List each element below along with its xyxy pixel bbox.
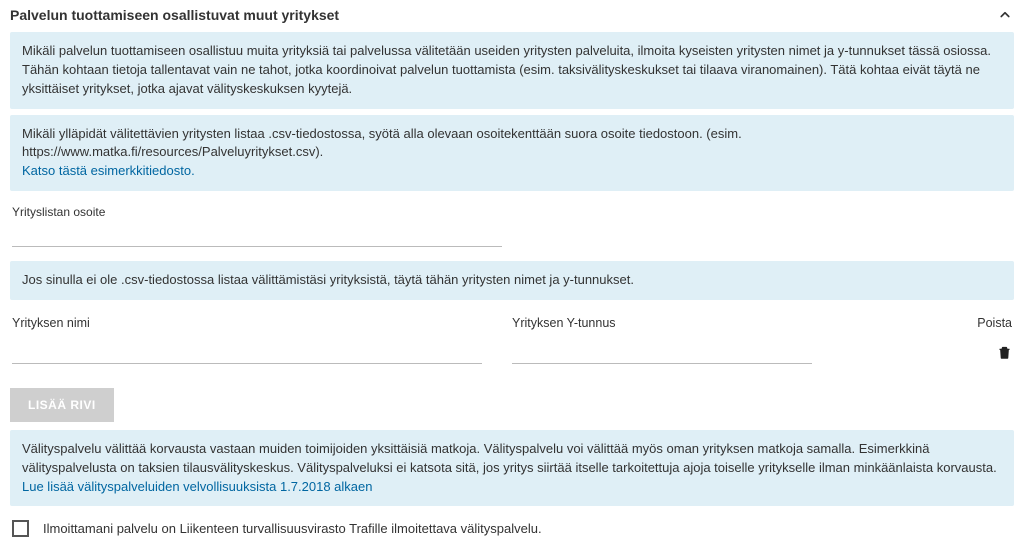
delete-row-button[interactable]	[952, 344, 1012, 364]
company-ytunnus-input[interactable]	[512, 338, 812, 364]
info-text: Mikäli palvelun tuottamiseen osallistuu …	[22, 43, 991, 96]
info-box-intro: Mikäli palvelun tuottamiseen osallistuu …	[10, 32, 1014, 109]
brokerage-checkbox-label: Ilmoittamani palvelu on Liikenteen turva…	[43, 521, 542, 536]
info-box-manual: Jos sinulla ei ole .csv-tiedostossa list…	[10, 261, 1014, 300]
section-title: Palvelun tuottamiseen osallistuvat muut …	[10, 7, 339, 23]
example-file-link[interactable]: Katso tästä esimerkkitiedosto.	[22, 163, 195, 178]
trash-icon	[997, 349, 1012, 364]
info-text: Mikäli ylläpidät välitettävien yritysten…	[22, 126, 742, 160]
brokerage-checkbox[interactable]	[12, 520, 29, 537]
table-row	[10, 334, 1014, 370]
info-text: Välityspalvelu välittää korvausta vastaa…	[22, 441, 997, 475]
read-more-link[interactable]: Lue lisää välityspalveluiden velvollisuu…	[22, 479, 373, 494]
company-name-input[interactable]	[12, 338, 482, 364]
info-box-brokerage: Välityspalvelu välittää korvausta vastaa…	[10, 430, 1014, 507]
add-row-button[interactable]: LISÄÄ RIVI	[10, 388, 114, 422]
url-field-label: Yrityslistan osoite	[12, 205, 1014, 219]
info-text: Jos sinulla ei ole .csv-tiedostossa list…	[22, 272, 634, 287]
col-header-delete: Poista	[952, 316, 1012, 330]
info-box-csv: Mikäli ylläpidät välitettävien yritysten…	[10, 115, 1014, 192]
col-header-name: Yrityksen nimi	[12, 316, 512, 330]
company-list-url-input[interactable]	[12, 221, 502, 247]
brokerage-checkbox-row: Ilmoittamani palvelu on Liikenteen turva…	[10, 512, 1014, 539]
col-header-ytunnus: Yrityksen Y-tunnus	[512, 316, 952, 330]
chevron-up-icon[interactable]	[996, 6, 1014, 24]
section-header[interactable]: Palvelun tuottamiseen osallistuvat muut …	[10, 0, 1014, 32]
company-table-header: Yrityksen nimi Yrityksen Y-tunnus Poista	[10, 306, 1014, 334]
